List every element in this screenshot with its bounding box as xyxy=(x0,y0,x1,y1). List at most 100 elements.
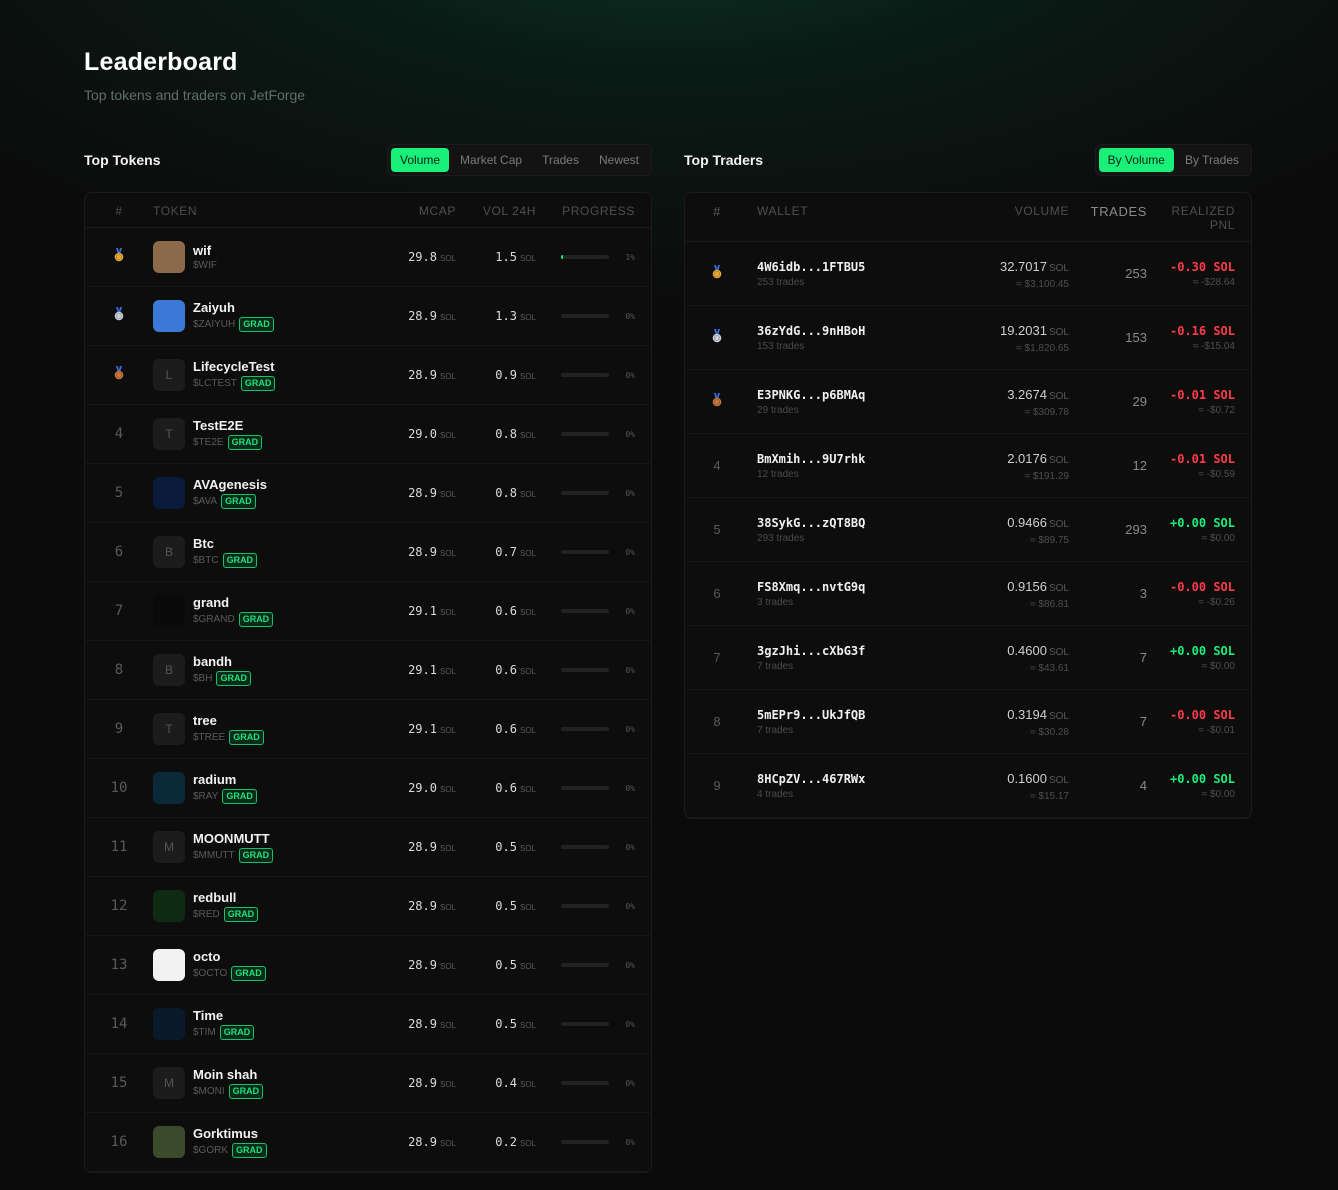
wallet-address[interactable]: 4W6idb...1FTBU5 xyxy=(757,260,939,274)
progress-cell: 0% xyxy=(536,607,635,616)
progress-cell: 0% xyxy=(536,1138,635,1147)
wallet-address[interactable]: 36zYdG...9nHBoH xyxy=(757,324,939,338)
progress-bar xyxy=(561,609,609,613)
token-avatar: M xyxy=(153,1067,185,1099)
token-row[interactable]: 13 octo $OCTO GRAD 28.9 SOL 0.5 SOL 0% xyxy=(85,936,651,995)
token-row[interactable]: Zaiyuh $ZAIYUH GRAD 28.9 SOL 1.3 SOL 0% xyxy=(85,287,651,346)
token-info: Zaiyuh $ZAIYUH GRAD xyxy=(193,300,274,332)
token-avatar: T xyxy=(153,418,185,450)
progress-percent: 0% xyxy=(625,488,635,498)
wallet-address[interactable]: 8HCpZV...467RWx xyxy=(757,772,939,786)
volume-line: 0.1600 SOL xyxy=(939,770,1069,788)
vol-unit: SOL xyxy=(519,667,536,676)
wallet-address[interactable]: 3gzJhi...cXbG3f xyxy=(757,644,939,658)
progress-bar xyxy=(561,786,609,790)
token-row[interactable]: 15 M Moin shah $MONI GRAD 28.9 SOL 0.4 SOL 0% xyxy=(85,1054,651,1113)
token-row[interactable]: 8 Bbandh $BH GRAD 29.1 SOL 0.6 SOL 0% xyxy=(85,641,651,700)
token-symbol: $GRAND xyxy=(193,614,235,625)
pnl-value: +0.00 SOL xyxy=(1169,515,1235,530)
mcap-unit: SOL xyxy=(439,372,456,381)
trader-row[interactable]: 36zYdG...9nHBoH 153 trades 19.2031 SOL ≈ $1,… xyxy=(685,306,1251,370)
token-info: grand $GRAND GRAD xyxy=(193,595,274,627)
token-info: octo $OCTO GRAD xyxy=(193,949,266,981)
trader-row[interactable]: 8 5mEPr9...UkJfQB 7 trades 0.3194 SOL ≈ $30.2… xyxy=(685,690,1251,754)
wallet-address[interactable]: FS8Xmq...nvtG9q xyxy=(757,580,939,594)
volume-unit: SOL xyxy=(1048,454,1069,466)
token-row[interactable]: 4 T TestE2E $TE2E GRAD 29.0 SOL 0.8 SOL 0% xyxy=(85,405,651,464)
graduated-badge: GRAD xyxy=(238,848,274,863)
trader-row[interactable]: 4W6idb...1FTBU5 253 trades 32.7017 SOL ≈ $3,… xyxy=(685,242,1251,306)
trades-count: 4 xyxy=(1139,778,1147,793)
tab-market-cap[interactable]: Market Cap xyxy=(451,148,531,172)
token-row[interactable]: 11 M MOONMUTT $MMUTT GRAD 28.9 SOL 0.5 SOL 0% xyxy=(85,818,651,877)
token-row[interactable]: 6 B Btc $BTC GRAD 28.9 SOL 0.7 SOL 0% xyxy=(85,523,651,582)
vol-cell: 0.6 SOL xyxy=(456,661,536,679)
trader-row[interactable]: 9 8HCpZV...467RWx 4 trades 0.1600 SOL ≈ $15.1… xyxy=(685,754,1251,818)
token-row[interactable]: wif $WIF 29.8 SOL 1.5 SOL 1% xyxy=(85,228,651,287)
token-cell: M Moin shah $MONI GRAD xyxy=(137,1067,370,1099)
trader-row[interactable]: E3PNKG...p6BMAq 29 trades 3.2674 SOL ≈ $309.… xyxy=(685,370,1251,434)
tab-by-trades[interactable]: By Trades xyxy=(1176,148,1248,172)
token-info: Time $TIM GRAD xyxy=(193,1008,255,1040)
progress-percent: 0% xyxy=(625,783,635,793)
vol-value: 0.5 xyxy=(495,899,517,913)
mcap-value: 28.9 xyxy=(408,840,437,854)
vol-value: 1.3 xyxy=(495,309,517,323)
trader-row[interactable]: 4 BmXmih...9U7rhk 12 trades 2.0176 SOL ≈ $191… xyxy=(685,434,1251,498)
volume-value: 0.9466 xyxy=(1007,514,1047,530)
progress-cell: 1% xyxy=(536,253,635,262)
wallet-address[interactable]: 5mEPr9...UkJfQB xyxy=(757,708,939,722)
wallet-address[interactable]: E3PNKG...p6BMAq xyxy=(757,388,939,402)
tab-by-volume[interactable]: By Volume xyxy=(1098,147,1174,172)
graduated-badge: GRAD xyxy=(238,612,274,627)
progress-bar xyxy=(561,491,609,495)
vol-cell: 0.7 SOL xyxy=(456,543,536,561)
pnl-usd: ≈ -$0.26 xyxy=(1198,596,1235,608)
wallet-cell: 5mEPr9...UkJfQB 7 trades xyxy=(733,708,939,736)
mcap-value: 29.0 xyxy=(408,781,437,795)
token-row[interactable]: 9 Ttree $TREE GRAD 29.1 SOL 0.6 SOL 0% xyxy=(85,700,651,759)
token-row[interactable]: 7 grand $GRAND GRAD 29.1 SOL 0.6 SOL 0% xyxy=(85,582,651,641)
token-cell: M MOONMUTT $MMUTT GRAD xyxy=(137,831,370,863)
pnl-usd: ≈ -$28.64 xyxy=(1192,276,1235,288)
progress-percent: 1% xyxy=(625,252,635,262)
page-subtitle: Top tokens and traders on JetForge xyxy=(84,87,306,103)
token-symbol: $BTC xyxy=(193,555,219,566)
graduated-badge: GRAD xyxy=(222,789,257,804)
trader-row[interactable]: 7 3gzJhi...cXbG3f 7 trades 0.4600 SOL ≈ $43.6… xyxy=(685,626,1251,690)
mcap-cell: 29.8 SOL xyxy=(370,248,456,266)
volume-unit: SOL xyxy=(1048,262,1069,274)
col-progress: PROGRESS xyxy=(562,204,635,218)
token-avatar: B xyxy=(153,654,185,686)
wallet-address[interactable]: BmXmih...9U7rhk xyxy=(757,452,939,466)
token-row[interactable]: 5 AVAgenesis $AVA GRAD 28.9 SOL 0.8 SOL 0% xyxy=(85,464,651,523)
tab-newest[interactable]: Newest xyxy=(590,148,648,172)
token-avatar xyxy=(153,477,185,509)
tab-volume[interactable]: Volume xyxy=(391,147,450,172)
vol-unit: SOL xyxy=(519,844,536,853)
mcap-cell: 28.9 SOL xyxy=(370,484,456,502)
volume-value: 32.7017 xyxy=(999,258,1047,274)
volume-line: 3.2674 SOL xyxy=(939,386,1069,404)
trader-row[interactable]: 6 FS8Xmq...nvtG9q 3 trades 0.9156 SOL ≈ $86.8… xyxy=(685,562,1251,626)
rank-medal-silver xyxy=(701,329,733,346)
progress-bar xyxy=(561,255,609,259)
token-row[interactable]: 14 Time $TIM GRAD 28.9 SOL 0.5 SOL 0% xyxy=(85,995,651,1054)
volume-cell: 0.9466 SOL ≈ $89.75 xyxy=(939,514,1069,546)
trades-count: 293 xyxy=(1125,522,1147,537)
token-cell: Gorktimus $GORK GRAD xyxy=(137,1126,370,1158)
token-row[interactable]: 12 redbull $RED GRAD 28.9 SOL 0.5 SOL 0% xyxy=(85,877,651,936)
wallet-address[interactable]: 38SykG...zQT8BQ xyxy=(757,516,939,530)
progress-bar xyxy=(561,963,609,967)
token-row[interactable]: 16 Gorktimus $GORK GRAD 28.9 SOL 0.2 SOL 0% xyxy=(85,1113,651,1172)
tokens-table-header: # TOKEN MCAP VOL 24H PROGRESS xyxy=(85,193,651,228)
rank-number: 16 xyxy=(110,1134,128,1150)
top-tokens-title: Top Tokens xyxy=(84,151,161,168)
tab-trades[interactable]: Trades xyxy=(533,148,588,172)
col-pnl-line2: PNL xyxy=(1209,218,1235,232)
trader-row[interactable]: 5 38SykG...zQT8BQ 293 trades 0.9466 SOL ≈ $89… xyxy=(685,498,1251,562)
rank-medal-silver xyxy=(101,307,137,325)
token-row[interactable]: L LifecycleTest $LCTEST GRAD 28.9 SOL 0.9 SOL 0% xyxy=(85,346,651,405)
token-row[interactable]: 10 radium $RAY GRAD 29.0 SOL 0.6 SOL 0% xyxy=(85,759,651,818)
progress-percent: 0% xyxy=(625,606,635,616)
